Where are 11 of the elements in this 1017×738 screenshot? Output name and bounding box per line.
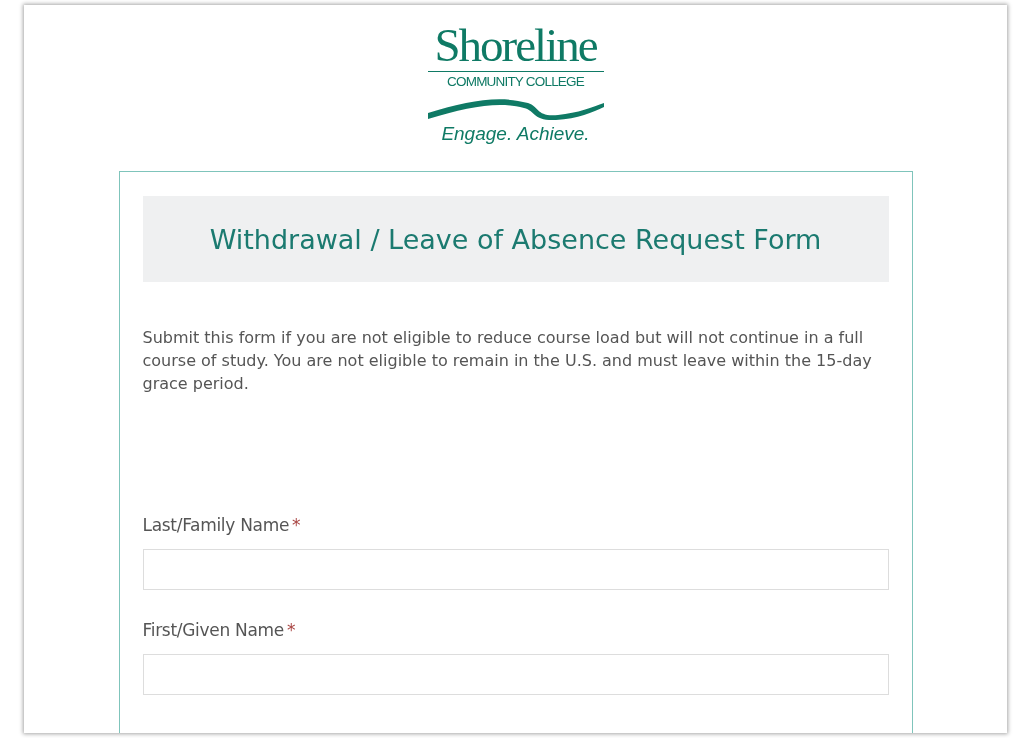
logo-tagline: Engage. Achieve. [441,123,590,145]
text-input[interactable] [142,549,889,590]
form-title: Withdrawal / Leave of Absence Request Form [209,223,822,255]
field-label: Last/Family Name [142,514,290,535]
text-input[interactable] [142,654,889,695]
logo-name: Shoreline [434,23,597,67]
logo-subtitle: COMMUNITY COLLEGE [427,71,604,89]
form-intro: Submit this form if you are not eligible to reduce course load but will not continue in a full course of study. You are not eligible to remain in the U.S. and must leave within the 15-day grace period. [142,327,873,395]
required-mark: * [292,514,301,535]
required-mark: * [286,619,296,640]
field-label: First/Given Name [142,619,284,640]
